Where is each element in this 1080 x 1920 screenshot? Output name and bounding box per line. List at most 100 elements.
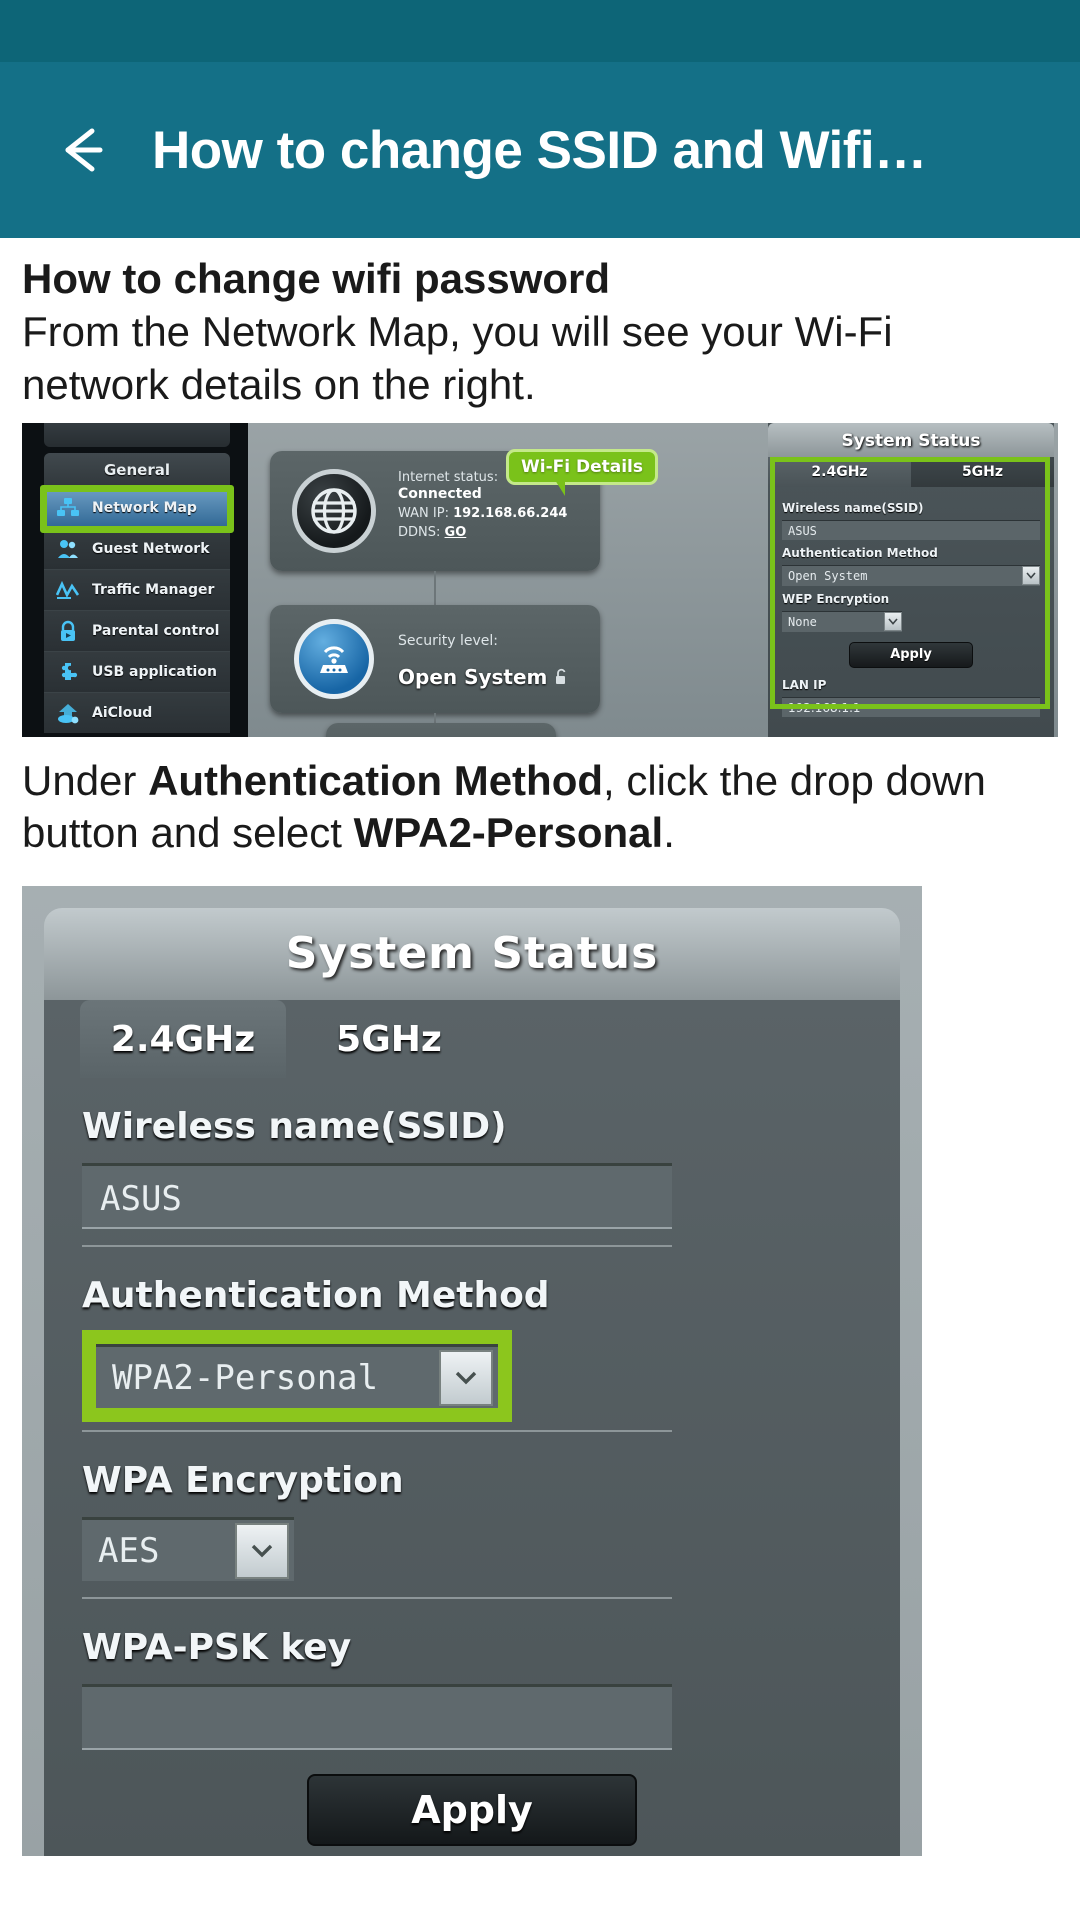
lock-icon (54, 618, 82, 644)
globe-icon (292, 468, 376, 553)
auth-method-highlight-box: WPA2-Personal (82, 1330, 512, 1423)
step-text-part-1: Under (22, 756, 149, 804)
figure-network-map: General Network Map Guest Network Traffi… (22, 422, 1058, 737)
chevron-down-icon[interactable] (1022, 566, 1040, 586)
auth-method-value: Open System (788, 568, 868, 583)
sidebar-item-aicloud[interactable]: AiCloud (44, 691, 230, 733)
divider (82, 1430, 672, 1433)
system-status-title-large: System Status (44, 908, 900, 1001)
wpa-encryption-label: WPA Encryption (82, 1460, 404, 1502)
sidebar-item-network-map[interactable]: Network Map (44, 486, 230, 528)
map-connector-line (434, 570, 436, 605)
auth-method-select-large[interactable]: WPA2-Personal (96, 1344, 498, 1409)
ddns-label: DDNS: (398, 525, 441, 541)
step-text-bold-2: WPA2-Personal (353, 808, 664, 856)
puzzle-icon (54, 659, 82, 685)
router-network-map-canvas: Internet status: Connected WAN IP: 192.1… (248, 422, 1058, 737)
security-level-value-text: Open System (398, 664, 548, 689)
traffic-manager-icon (54, 577, 82, 603)
section-heading: How to change wifi password (22, 255, 611, 302)
system-status-panel: System Status 2.4GHz 5GHz Wireless name(… (768, 422, 1054, 737)
sidebar-item-label: Parental control (92, 622, 220, 639)
wpa-encryption-value: AES (98, 1530, 160, 1571)
wan-ip-row: WAN IP: 192.168.66.244 (398, 506, 567, 521)
router-sidebar: General Network Map Guest Network Traffi… (22, 422, 248, 737)
network-map-icon (54, 495, 82, 521)
auth-method-value-large: WPA2-Personal (112, 1357, 379, 1398)
chevron-down-icon[interactable] (439, 1349, 493, 1406)
sidebar-item-traffic-manager[interactable]: Traffic Manager (44, 568, 230, 610)
intro-line-1: From the Network Map, you will see your … (22, 307, 893, 355)
wifi-details-callout: Wi-Fi Details (506, 448, 659, 496)
sidebar-item-usb-application[interactable]: USB application (44, 650, 230, 692)
sidebar-item-guest-network[interactable]: Guest Network (44, 527, 230, 569)
arrow-left-icon (48, 115, 118, 185)
system-status-tabs: 2.4GHz 5GHz (768, 456, 1054, 487)
ssid-label: Wireless name(SSID) (782, 500, 924, 515)
ddns-row: DDNS: GO (398, 525, 567, 540)
wan-ip-value: 192.168.66.244 (453, 506, 568, 522)
ssid-label-large: Wireless name(SSID) (82, 1106, 507, 1148)
tab-2.4ghz[interactable]: 2.4GHz (768, 456, 911, 487)
page-title: How to change SSID and Wifi… (152, 120, 927, 180)
auth-panel-body: Wireless name(SSID) ASUS Authentication … (44, 1106, 900, 1847)
system-status-title: System Status (768, 422, 1054, 457)
wep-encryption-label: WEP Encryption (782, 591, 890, 606)
map-bottom-card (326, 722, 556, 737)
step-text: Under Authentication Method, click the d… (22, 755, 1058, 858)
guest-network-icon (54, 536, 82, 562)
apply-button[interactable]: Apply (849, 641, 973, 668)
chevron-down-icon[interactable] (884, 612, 902, 632)
sidebar-header: General (44, 452, 230, 487)
lan-ip-label: LAN IP (782, 677, 827, 692)
wpa-psk-key-input[interactable] (82, 1684, 672, 1751)
tab-5ghz-large[interactable]: 5GHz (286, 1000, 492, 1078)
ssid-input[interactable]: ASUS (782, 519, 1040, 540)
security-level-value: Open System (398, 665, 569, 689)
sidebar-item-label: Network Map (92, 499, 197, 516)
article-body: How to change wifi password From the Net… (0, 254, 1080, 1857)
wep-encryption-value: None (788, 614, 817, 629)
chevron-down-icon[interactable] (235, 1522, 289, 1579)
wan-ip-label: WAN IP: (398, 506, 449, 522)
sidebar-item-label: Guest Network (92, 540, 210, 557)
auth-panel-inner: 2.4GHz 5GHz Wireless name(SSID) ASUS Aut… (44, 1000, 900, 1857)
system-status-body: Wireless name(SSID) ASUS Authentication … (768, 487, 1054, 668)
app-bar: How to change SSID and Wifi… (0, 62, 1080, 238)
sidebar-item-parental-control[interactable]: Parental control (44, 609, 230, 651)
intro-line-2: network details on the right. (22, 361, 536, 409)
sidebar-item-label: AiCloud (92, 704, 153, 721)
divider (82, 1245, 672, 1248)
wpa-psk-key-label: WPA-PSK key (82, 1627, 352, 1669)
auth-method-select[interactable]: Open System (782, 564, 1040, 586)
auth-method-label: Authentication Method (782, 545, 938, 560)
step-text-bold-1: Authentication Method (148, 756, 604, 804)
figure-auth-method: System Status 2.4GHz 5GHz Wireless name(… (22, 886, 1058, 1857)
tab-2.4ghz-large[interactable]: 2.4GHz (80, 1000, 286, 1079)
cloud-icon (54, 700, 82, 726)
lan-ip-value: 192.168.1.1 (782, 696, 1040, 717)
auth-method-label-large: Authentication Method (82, 1275, 550, 1317)
ssid-input-large[interactable]: ASUS (82, 1163, 672, 1230)
auth-panel-tabs: 2.4GHz 5GHz (44, 1000, 900, 1079)
sidebar-item-label: USB application (92, 663, 217, 680)
sidebar-item-label: Traffic Manager (92, 581, 215, 598)
auth-method-screenshot: System Status 2.4GHz 5GHz Wireless name(… (22, 886, 922, 1857)
apply-button-large[interactable]: Apply (307, 1774, 637, 1847)
security-level-label: Security level: (398, 632, 498, 649)
step-text-part-3: . (663, 808, 675, 856)
sidebar-menu: General Network Map Guest Network Traffi… (44, 452, 230, 733)
wep-encryption-select[interactable]: None (782, 610, 902, 632)
ddns-go-link[interactable]: GO (445, 525, 467, 540)
wpa-encryption-select[interactable]: AES (82, 1517, 294, 1582)
unlock-icon (554, 665, 569, 689)
router-network-map-screenshot: General Network Map Guest Network Traffi… (22, 422, 1058, 737)
divider (82, 1597, 672, 1600)
security-level-card: Security level: Open System (270, 604, 600, 713)
internet-status-value: Connected (398, 486, 482, 503)
security-level-text: Security level: Open System (398, 633, 569, 689)
tab-5ghz[interactable]: 5GHz (911, 456, 1054, 487)
status-bar (0, 0, 1080, 62)
back-button[interactable] (46, 113, 120, 187)
router-icon (294, 618, 374, 699)
